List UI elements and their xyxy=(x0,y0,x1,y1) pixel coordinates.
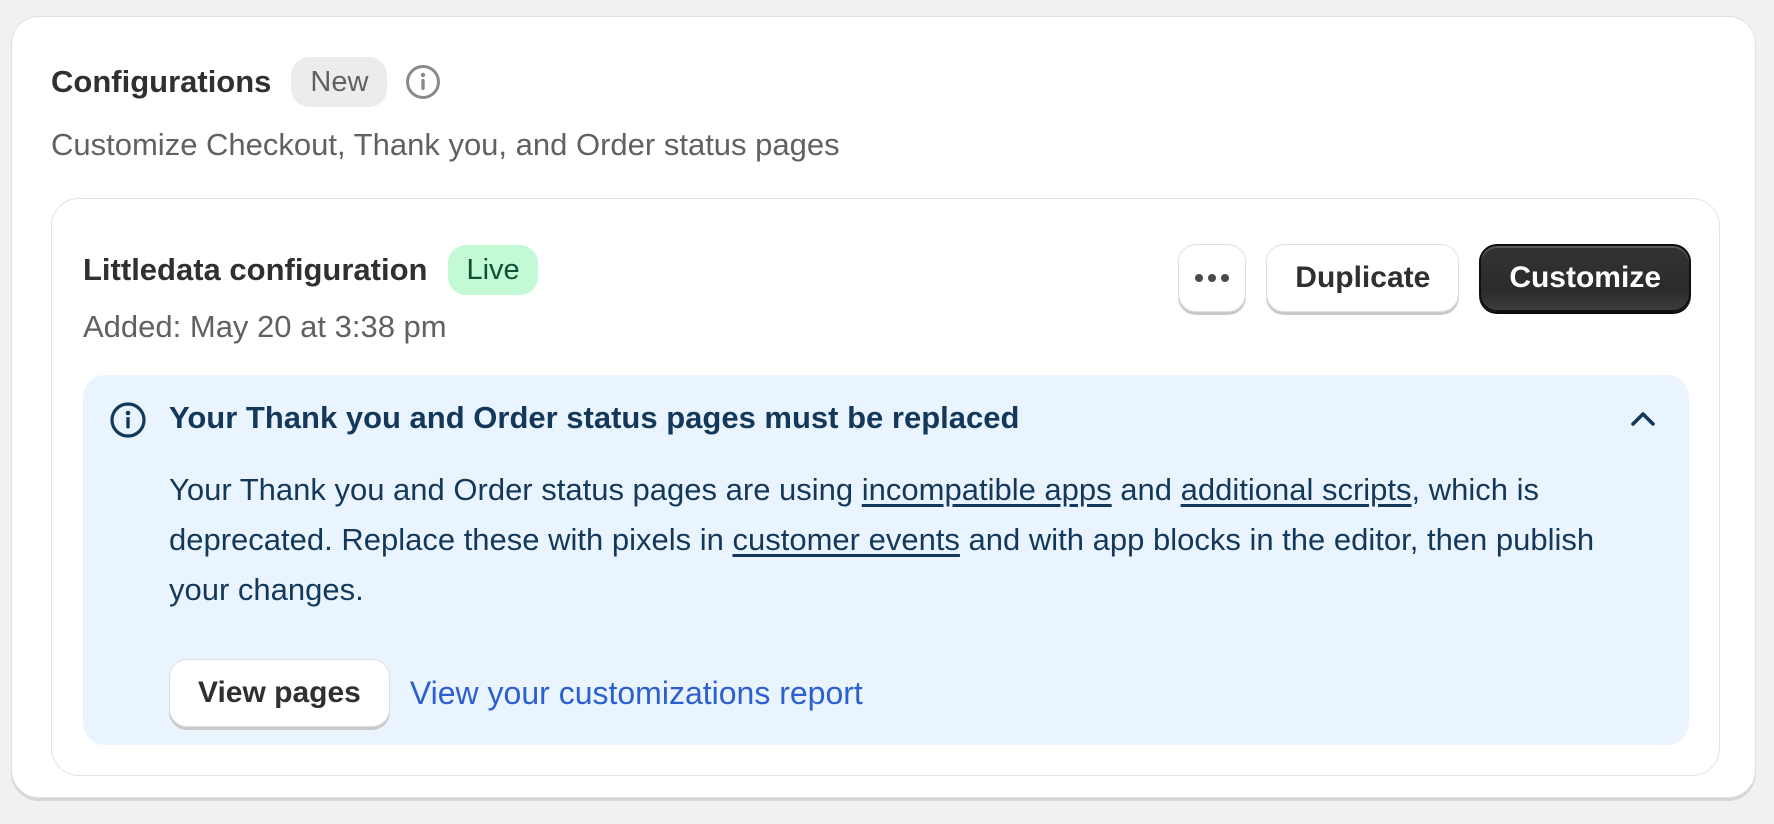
configuration-item: Littledata configuration Live Added: May… xyxy=(51,198,1720,776)
banner-body: Your Thank you and Order status pages ar… xyxy=(169,465,1649,615)
banner-actions: View pages View your customizations repo… xyxy=(169,659,863,727)
config-title-row: Littledata configuration Live xyxy=(83,245,538,295)
customize-button[interactable]: Customize xyxy=(1479,244,1691,312)
configurations-card: Configurations New Customize Checkout, T… xyxy=(11,16,1756,798)
additional-scripts-link[interactable]: additional scripts xyxy=(1181,472,1412,507)
banner-text: and xyxy=(1111,472,1181,507)
config-name: Littledata configuration xyxy=(83,252,428,287)
view-pages-button[interactable]: View pages xyxy=(169,659,390,727)
config-actions: Duplicate Customize xyxy=(1178,244,1691,312)
banner-text: Your Thank you and Order status pages ar… xyxy=(169,472,862,507)
section-header: Configurations New xyxy=(51,57,441,107)
status-badge: Live xyxy=(448,245,538,295)
banner-title: Your Thank you and Order status pages mu… xyxy=(169,400,1020,435)
info-icon xyxy=(109,401,147,439)
config-added-date: Added: May 20 at 3:38 pm xyxy=(83,309,447,344)
new-badge: New xyxy=(291,57,388,107)
customer-events-link[interactable]: customer events xyxy=(733,522,960,557)
incompatible-apps-link[interactable]: incompatible apps xyxy=(862,472,1112,507)
section-subtitle: Customize Checkout, Thank you, and Order… xyxy=(51,127,840,162)
replace-pages-banner: Your Thank you and Order status pages mu… xyxy=(83,375,1689,745)
section-title: Configurations xyxy=(51,64,272,99)
more-horizontal-icon xyxy=(1195,274,1230,282)
info-icon[interactable] xyxy=(405,64,441,100)
chevron-up-icon xyxy=(1631,412,1655,426)
collapse-banner-button[interactable] xyxy=(1625,401,1661,437)
more-actions-button[interactable] xyxy=(1178,244,1247,312)
customizations-report-link[interactable]: View your customizations report xyxy=(410,675,863,712)
duplicate-button[interactable]: Duplicate xyxy=(1266,244,1460,312)
